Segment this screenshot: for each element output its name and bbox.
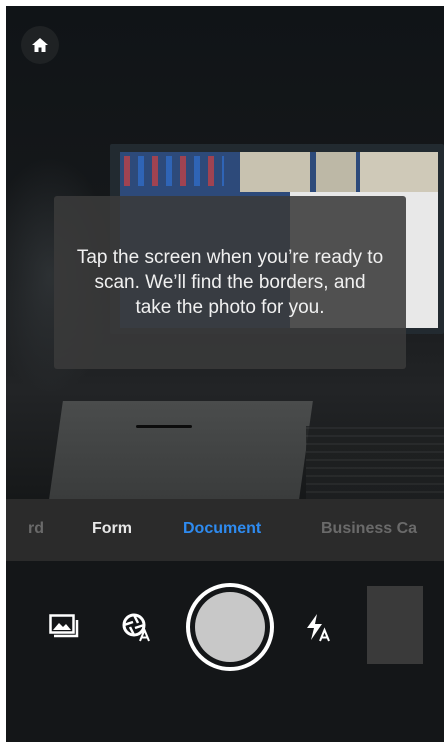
scene-keyboard: [306, 426, 444, 499]
mode-tab-form[interactable]: Form: [92, 520, 132, 538]
auto-capture-button[interactable]: [120, 611, 154, 643]
scene-window: [360, 152, 438, 192]
scene-desk-paper: [49, 401, 313, 499]
capture-mode-bar: rd Form Document Business Ca: [6, 499, 444, 561]
scan-hint-text: Tap the screen when you’re ready to scan…: [76, 247, 384, 318]
capture-controls: [6, 561, 444, 742]
mode-tab-whiteboard[interactable]: rd: [28, 520, 44, 538]
shutter-button[interactable]: [186, 583, 274, 671]
scene-desktop-icons: [124, 156, 224, 186]
scanner-screen: Tap the screen when you’re ready to scan…: [6, 6, 444, 742]
last-scan-thumbnail[interactable]: [367, 586, 423, 664]
auto-capture-icon: [122, 613, 150, 642]
scene-window: [240, 152, 310, 192]
mode-tab-business-card[interactable]: Business Ca: [321, 520, 417, 538]
scan-hint-overlay: Tap the screen when you’re ready to scan…: [54, 196, 406, 369]
gallery-button[interactable]: [48, 613, 80, 641]
scene-window: [316, 152, 356, 192]
flash-auto-icon: [307, 614, 330, 642]
home-icon: [32, 38, 48, 52]
image-gallery-icon: [49, 614, 79, 638]
scene-pen: [136, 425, 192, 428]
flash-button[interactable]: [302, 611, 334, 643]
camera-viewfinder[interactable]: Tap the screen when you’re ready to scan…: [6, 6, 444, 499]
shutter-button-inner: [195, 592, 265, 662]
home-button[interactable]: [21, 26, 59, 64]
mode-tab-document[interactable]: Document: [183, 520, 261, 538]
